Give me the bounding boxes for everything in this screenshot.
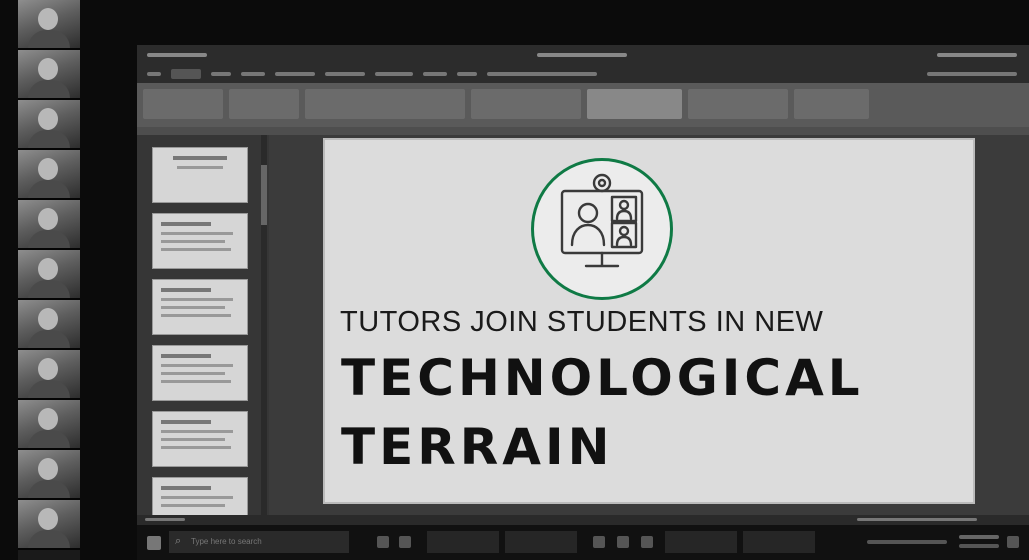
participant-video-tile[interactable] — [18, 400, 80, 450]
participant-video-tile[interactable] — [18, 500, 80, 550]
taskbar-search-box[interactable]: ⌕ Type here to search — [169, 531, 349, 553]
participant-video-tile[interactable] — [18, 200, 80, 250]
slides-group[interactable] — [229, 89, 299, 119]
tab-view[interactable] — [457, 72, 477, 76]
editing-group[interactable] — [794, 89, 869, 119]
date — [959, 544, 999, 548]
paragraph-group[interactable] — [471, 89, 581, 119]
window-title — [537, 53, 627, 57]
participant-video-tile[interactable] — [18, 250, 80, 300]
tab-design[interactable] — [241, 72, 265, 76]
taskbar-app-icon[interactable] — [617, 536, 629, 548]
user-account[interactable] — [927, 72, 1017, 76]
clock — [959, 535, 999, 539]
shapes-gallery[interactable] — [587, 89, 682, 119]
ribbon-tabs — [137, 65, 1029, 83]
slide-headline-line2: TECHNOLOGICAL — [341, 349, 864, 407]
participant-video-tile[interactable] — [18, 50, 80, 100]
taskbar-window-button[interactable] — [743, 531, 815, 553]
zoom-controls[interactable] — [857, 518, 977, 521]
tab-slide-show[interactable] — [375, 72, 413, 76]
taskbar-window-button[interactable] — [427, 531, 499, 553]
windows-taskbar: ⌕ Type here to search — [137, 525, 1029, 560]
start-button[interactable] — [147, 536, 161, 550]
participant-video-tile[interactable] — [18, 350, 80, 400]
drawing-group[interactable] — [688, 89, 788, 119]
notifications-icon[interactable] — [1007, 536, 1019, 548]
thumbnails-scrollbar[interactable] — [261, 135, 267, 535]
participant-video-tile[interactable] — [18, 300, 80, 350]
clipboard-group[interactable] — [143, 89, 223, 119]
task-view-icon[interactable] — [377, 536, 389, 548]
video-conference-icon — [531, 158, 673, 300]
search-icon: ⌕ — [175, 535, 182, 547]
slide-headline-line3: TERRAIN — [341, 418, 614, 476]
tab-animations[interactable] — [325, 72, 365, 76]
taskbar-window-button[interactable] — [505, 531, 577, 553]
search-placeholder: Type here to search — [191, 537, 262, 546]
tab-file[interactable] — [147, 72, 161, 76]
window-controls[interactable] — [937, 53, 1017, 57]
slide-headline-line1: TUTORS JOIN STUDENTS IN NEW — [340, 306, 824, 338]
participant-video-strip — [18, 0, 80, 560]
participant-video-tile[interactable] — [18, 450, 80, 500]
slide-counter — [145, 518, 185, 521]
slide-thumbnail[interactable] — [152, 147, 248, 203]
system-tray[interactable] — [867, 540, 947, 544]
slide-thumbnail[interactable] — [152, 345, 248, 401]
font-group[interactable] — [305, 89, 465, 119]
taskbar-app-icon[interactable] — [641, 536, 653, 548]
tab-review[interactable] — [423, 72, 447, 76]
participant-video-tile[interactable] — [18, 0, 80, 50]
slide-thumbnail[interactable] — [152, 213, 248, 269]
slide-thumbnail[interactable] — [152, 411, 248, 467]
ribbon-home — [137, 83, 1029, 127]
tab-home[interactable] — [171, 69, 201, 79]
quick-access-toolbar[interactable] — [147, 53, 207, 57]
participant-video-tile[interactable] — [18, 100, 80, 150]
status-bar — [137, 515, 1029, 525]
tab-transitions[interactable] — [275, 72, 315, 76]
ribbon-group-labels — [137, 127, 1029, 135]
taskbar-window-button[interactable] — [665, 531, 737, 553]
slide-thumbnails-panel — [137, 135, 269, 535]
slide-thumbnail[interactable] — [152, 279, 248, 335]
tell-me-search[interactable] — [487, 72, 597, 76]
taskbar-app-icon[interactable] — [593, 536, 605, 548]
taskbar-app-icon[interactable] — [399, 536, 411, 548]
tab-insert[interactable] — [211, 72, 231, 76]
participant-video-tile[interactable] — [18, 150, 80, 200]
powerpoint-title-bar — [137, 45, 1029, 65]
